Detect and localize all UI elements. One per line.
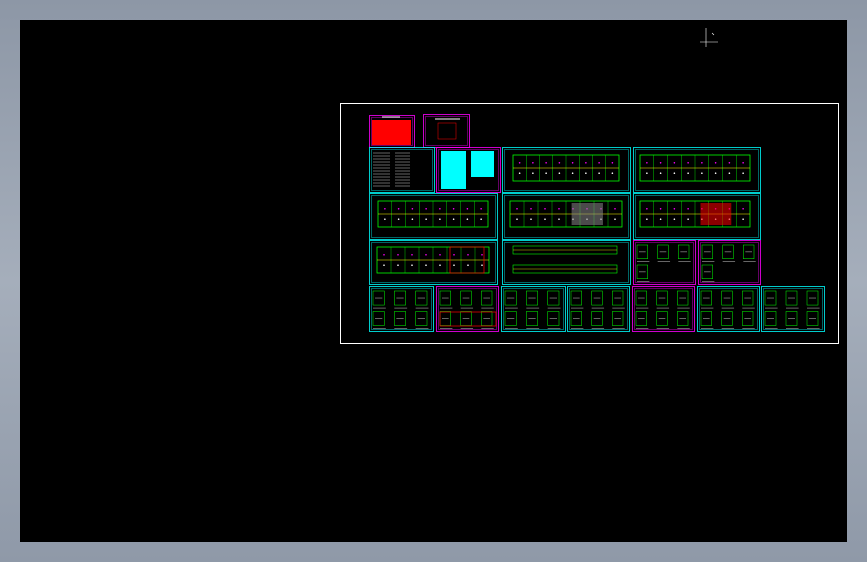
detail-sheet-row4-2	[436, 286, 499, 332]
floor-plan-5-sheet	[633, 193, 761, 240]
schedule-sheet	[436, 147, 501, 193]
notes-sheet	[369, 147, 435, 193]
floor-plan-1-sheet	[502, 147, 631, 193]
detail-sheet-row4-3	[501, 286, 566, 332]
detail-sheet-1	[633, 240, 696, 285]
detail-sheet-row4-5	[632, 286, 695, 332]
floor-plan-2-sheet	[633, 147, 761, 193]
elevation-sheet	[502, 240, 631, 285]
ucs-icon	[700, 28, 718, 47]
floor-plan-4-sheet	[502, 193, 631, 240]
detail-sheet-row4-6	[697, 286, 760, 332]
floor-plan-3-sheet	[369, 193, 498, 240]
cad-drawing-viewport[interactable]	[20, 20, 847, 542]
drawing-sheets	[369, 114, 825, 332]
index-sheet	[423, 114, 470, 148]
cover-sheet	[369, 115, 415, 148]
detail-sheet-row4-4	[567, 286, 630, 332]
detail-sheet-2	[698, 240, 761, 285]
detail-sheet-row4-1	[369, 286, 434, 332]
detail-sheet-row4-7	[761, 286, 825, 332]
floor-plan-6-sheet	[369, 240, 498, 285]
drawing-canvas[interactable]	[20, 20, 847, 542]
